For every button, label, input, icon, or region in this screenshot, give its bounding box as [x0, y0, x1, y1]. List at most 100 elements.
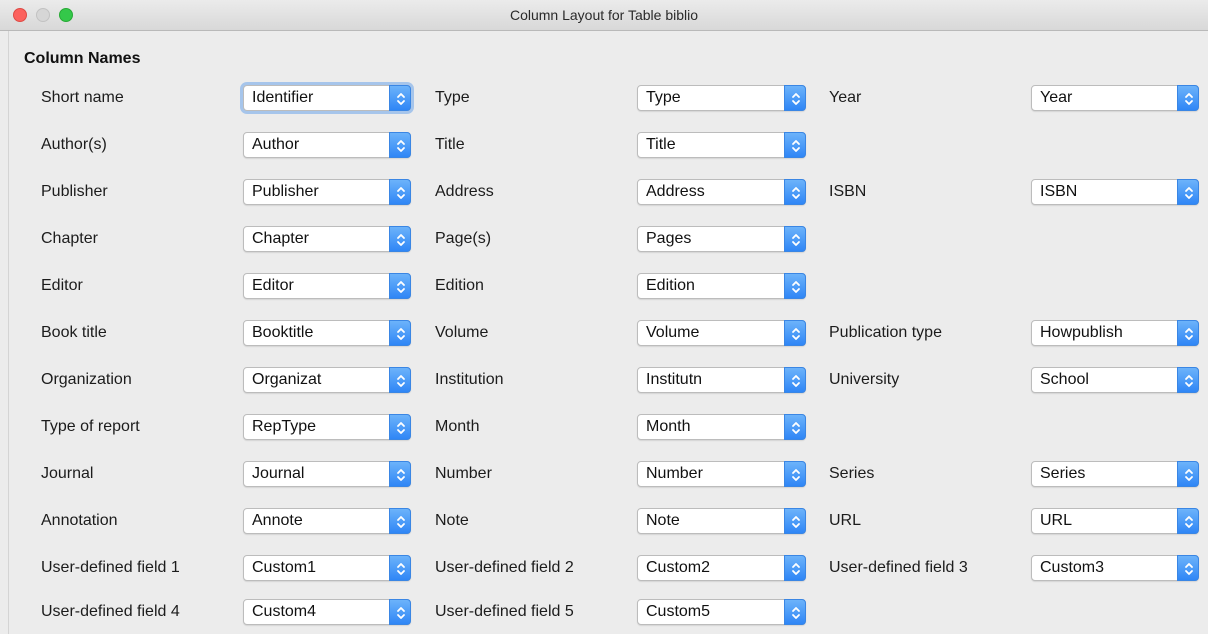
combo-publisher[interactable]: Publisher [243, 179, 411, 205]
combo-value: ISBN [1040, 183, 1078, 200]
combo-value: Type [646, 89, 681, 106]
combo-value: Custom5 [646, 603, 711, 620]
up-down-chevron-icon[interactable] [389, 320, 411, 346]
combo-value: Howpublish [1040, 324, 1123, 341]
up-down-chevron-icon[interactable] [784, 508, 806, 534]
label-user-defined-3: User-defined field 3 [829, 559, 968, 576]
up-down-chevron-icon[interactable] [389, 461, 411, 487]
combo-value: Year [1040, 89, 1073, 106]
up-down-chevron-icon[interactable] [1177, 320, 1199, 346]
combo-series[interactable]: Series [1031, 461, 1199, 487]
label-book-title: Book title [41, 324, 107, 341]
combo-short-name[interactable]: Identifier [243, 85, 411, 111]
label-authors: Author(s) [41, 136, 107, 153]
up-down-chevron-icon[interactable] [1177, 179, 1199, 205]
label-title: Title [435, 136, 465, 153]
combo-user-defined-5[interactable]: Custom5 [637, 599, 806, 625]
up-down-chevron-icon[interactable] [784, 273, 806, 299]
up-down-chevron-icon[interactable] [389, 273, 411, 299]
up-down-chevron-icon[interactable] [389, 132, 411, 158]
combo-value: Author [252, 136, 300, 153]
combo-number[interactable]: Number [637, 461, 806, 487]
combo-value: Editor [252, 277, 294, 294]
combo-volume[interactable]: Volume [637, 320, 806, 346]
combo-url[interactable]: URL [1031, 508, 1199, 534]
up-down-chevron-icon[interactable] [1177, 508, 1199, 534]
combo-institution[interactable]: Institutn [637, 367, 806, 393]
up-down-chevron-icon[interactable] [389, 599, 411, 625]
window-title: Column Layout for Table biblio [509, 7, 699, 23]
up-down-chevron-icon[interactable] [784, 414, 806, 440]
combo-value: Edition [646, 277, 695, 294]
up-down-chevron-icon[interactable] [784, 599, 806, 625]
up-down-chevron-icon[interactable] [784, 461, 806, 487]
label-type-of-report: Type of report [41, 418, 140, 435]
combo-value: Publisher [252, 183, 319, 200]
combo-value: Pages [646, 230, 692, 247]
up-down-chevron-icon[interactable] [784, 132, 806, 158]
combo-value: School [1040, 371, 1089, 388]
label-url: URL [829, 512, 862, 529]
combo-isbn[interactable]: ISBN [1031, 179, 1199, 205]
combo-annotation[interactable]: Annote [243, 508, 411, 534]
combo-value: Address [646, 183, 705, 200]
combo-edition[interactable]: Edition [637, 273, 806, 299]
up-down-chevron-icon[interactable] [389, 555, 411, 581]
combo-value: URL [1040, 512, 1073, 529]
combo-pages[interactable]: Pages [637, 226, 806, 252]
combo-user-defined-2[interactable]: Custom2 [637, 555, 806, 581]
combo-user-defined-1[interactable]: Custom1 [243, 555, 411, 581]
up-down-chevron-icon[interactable] [1177, 85, 1199, 111]
combo-month[interactable]: Month [637, 414, 806, 440]
combo-value: Custom1 [252, 559, 317, 576]
up-down-chevron-icon[interactable] [784, 320, 806, 346]
up-down-chevron-icon[interactable] [389, 85, 411, 111]
label-university: University [829, 371, 900, 388]
combo-chapter[interactable]: Chapter [243, 226, 411, 252]
combo-authors[interactable]: Author [243, 132, 411, 158]
label-publisher: Publisher [41, 183, 108, 200]
up-down-chevron-icon[interactable] [1177, 555, 1199, 581]
up-down-chevron-icon[interactable] [784, 555, 806, 581]
label-volume: Volume [435, 324, 489, 341]
up-down-chevron-icon[interactable] [1177, 461, 1199, 487]
combo-book-title[interactable]: Booktitle [243, 320, 411, 346]
combo-value: Identifier [252, 89, 314, 106]
combo-note[interactable]: Note [637, 508, 806, 534]
combo-value: RepType [252, 418, 317, 435]
combo-user-defined-3[interactable]: Custom3 [1031, 555, 1199, 581]
up-down-chevron-icon[interactable] [784, 367, 806, 393]
up-down-chevron-icon[interactable] [389, 179, 411, 205]
up-down-chevron-icon[interactable] [389, 226, 411, 252]
label-user-defined-5: User-defined field 5 [435, 603, 574, 620]
combo-year[interactable]: Year [1031, 85, 1199, 111]
combo-organization[interactable]: Organizat [243, 367, 411, 393]
label-pages: Page(s) [435, 230, 492, 247]
up-down-chevron-icon[interactable] [389, 414, 411, 440]
label-annotation: Annotation [41, 512, 118, 529]
label-address: Address [435, 183, 494, 200]
combo-publication-type[interactable]: Howpublish [1031, 320, 1199, 346]
up-down-chevron-icon[interactable] [784, 226, 806, 252]
combo-address[interactable]: Address [637, 179, 806, 205]
combo-value: Institutn [646, 371, 703, 388]
up-down-chevron-icon[interactable] [389, 508, 411, 534]
combo-value: Month [646, 418, 691, 435]
combo-journal[interactable]: Journal [243, 461, 411, 487]
combo-university[interactable]: School [1031, 367, 1199, 393]
combo-editor[interactable]: Editor [243, 273, 411, 299]
up-down-chevron-icon[interactable] [784, 179, 806, 205]
combo-type[interactable]: Type [637, 85, 806, 111]
combo-user-defined-4[interactable]: Custom4 [243, 599, 411, 625]
up-down-chevron-icon[interactable] [784, 85, 806, 111]
combo-type-of-report[interactable]: RepType [243, 414, 411, 440]
label-user-defined-4: User-defined field 4 [41, 603, 180, 620]
combo-value: Volume [646, 324, 700, 341]
label-edition: Edition [435, 277, 484, 294]
label-year: Year [829, 89, 862, 106]
label-user-defined-2: User-defined field 2 [435, 559, 574, 576]
combo-title[interactable]: Title [637, 132, 806, 158]
combo-value: Chapter [252, 230, 309, 247]
up-down-chevron-icon[interactable] [389, 367, 411, 393]
up-down-chevron-icon[interactable] [1177, 367, 1199, 393]
